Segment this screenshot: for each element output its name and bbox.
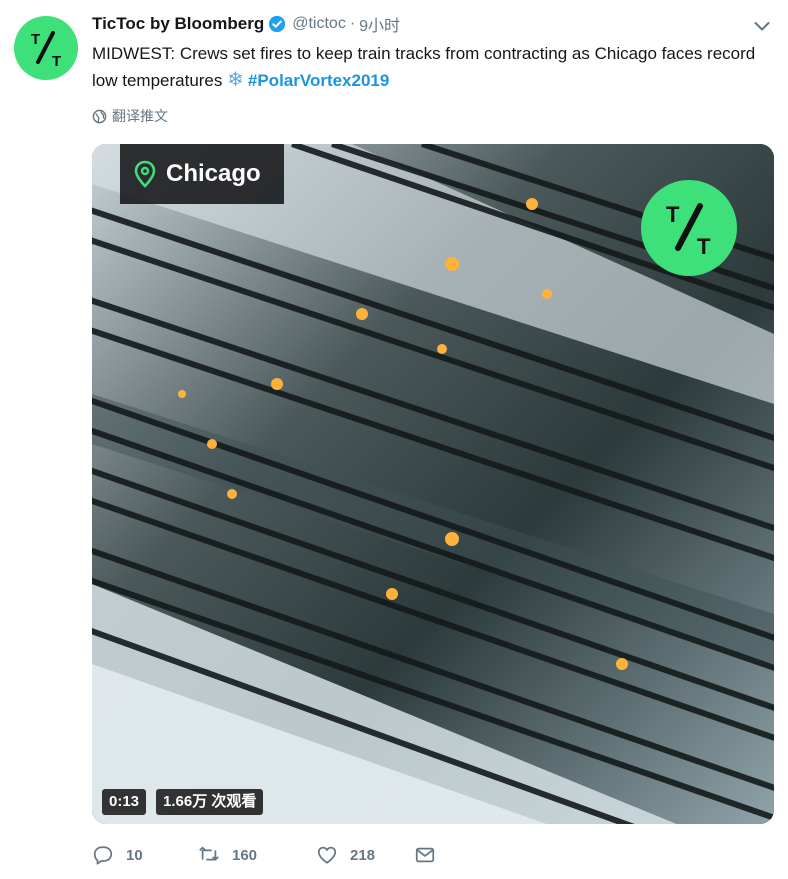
tweet[interactable]: T T TicToc by Bloomberg @tictoc · 9小时 MI… bbox=[0, 0, 788, 879]
globe-icon bbox=[92, 109, 107, 123]
retweet-count: 160 bbox=[232, 846, 258, 864]
video-player[interactable]: Chicago T T 0:13 1.66万 次观看 bbox=[92, 144, 774, 824]
view-count: 1.66万 次观看 bbox=[156, 789, 264, 815]
envelope-icon bbox=[415, 847, 435, 863]
heart-icon bbox=[317, 846, 337, 864]
svg-text:T: T bbox=[52, 53, 61, 70]
translate-label: 翻译推文 bbox=[112, 108, 168, 124]
location-badge: Chicago bbox=[120, 144, 284, 204]
tictoc-logo-icon: T T bbox=[666, 202, 711, 259]
svg-text:T: T bbox=[31, 31, 40, 48]
reply-icon bbox=[93, 846, 113, 865]
direct-message-button[interactable] bbox=[414, 844, 448, 866]
author-name[interactable]: TicToc by Bloomberg bbox=[92, 14, 264, 34]
map-pin-icon bbox=[134, 160, 156, 188]
tweet-body: MIDWEST: Crews set fires to keep train t… bbox=[92, 44, 756, 90]
tweet-actions: 10 160 218 bbox=[92, 842, 448, 868]
separator-dot: · bbox=[349, 15, 356, 32]
avatar[interactable]: T T bbox=[14, 16, 78, 80]
svg-text:T: T bbox=[666, 202, 680, 227]
translate-tweet-link[interactable]: 翻译推文 bbox=[92, 106, 168, 126]
tweet-timestamp[interactable]: 9小时 bbox=[359, 12, 400, 36]
svg-text:T: T bbox=[697, 234, 711, 259]
author-handle[interactable]: @tictoc bbox=[292, 15, 346, 33]
tweet-header: TicToc by Bloomberg @tictoc · 9小时 bbox=[92, 12, 400, 36]
like-count: 218 bbox=[350, 846, 376, 864]
retweet-icon bbox=[199, 846, 219, 861]
like-button[interactable]: 218 bbox=[316, 844, 414, 866]
chevron-down-icon[interactable] bbox=[752, 16, 772, 36]
retweet-button[interactable]: 160 bbox=[198, 844, 316, 866]
video-duration: 0:13 bbox=[102, 789, 147, 815]
brand-logo: T T bbox=[641, 180, 737, 276]
snowflake-icon: ❄ bbox=[227, 69, 244, 91]
tweet-text: MIDWEST: Crews set fires to keep train t… bbox=[92, 40, 762, 94]
location-label: Chicago bbox=[166, 160, 261, 187]
verified-badge-icon bbox=[269, 15, 286, 33]
reply-count: 10 bbox=[126, 846, 143, 864]
reply-button[interactable]: 10 bbox=[92, 844, 198, 866]
hashtag-link[interactable]: #PolarVortex2019 bbox=[248, 71, 389, 90]
tictoc-logo-icon: T T bbox=[31, 31, 61, 70]
